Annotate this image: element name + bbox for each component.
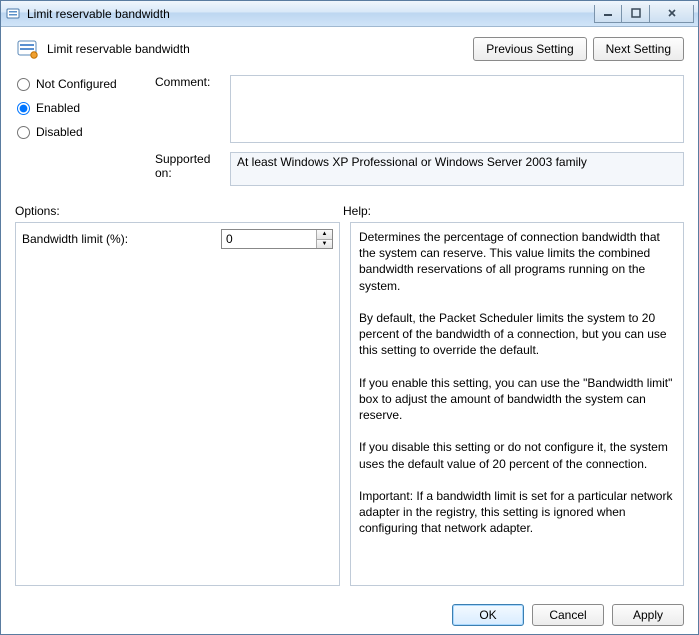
bandwidth-spinner[interactable]: ▲ ▼ (221, 229, 333, 249)
panels: Bandwidth limit (%): ▲ ▼ Determines the … (15, 222, 684, 586)
close-button[interactable] (650, 5, 694, 23)
footer: OK Cancel Apply (1, 596, 698, 634)
comment-label: Comment: (155, 75, 210, 89)
next-setting-button[interactable]: Next Setting (593, 37, 684, 61)
policy-title: Limit reservable bandwidth (47, 42, 467, 56)
content-area: Limit reservable bandwidth Previous Sett… (1, 27, 698, 596)
radio-disabled-input[interactable] (17, 126, 30, 139)
radio-enabled[interactable]: Enabled (15, 101, 155, 115)
radio-enabled-input[interactable] (17, 102, 30, 115)
maximize-button[interactable] (622, 5, 650, 23)
state-radios: Not Configured Enabled Disabled (15, 75, 155, 196)
previous-setting-button[interactable]: Previous Setting (473, 37, 586, 61)
app-icon (5, 6, 21, 22)
supported-on-box: At least Windows XP Professional or Wind… (230, 152, 684, 186)
policy-icon (15, 37, 39, 61)
window-title: Limit reservable bandwidth (27, 7, 594, 21)
radio-label: Disabled (36, 125, 83, 139)
header-row: Limit reservable bandwidth Previous Sett… (15, 37, 684, 61)
comment-field[interactable] (230, 75, 684, 143)
cancel-button[interactable]: Cancel (532, 604, 604, 626)
supported-label: Supported on: (155, 152, 210, 180)
bandwidth-limit-label: Bandwidth limit (%): (22, 232, 221, 246)
radio-not-configured-input[interactable] (17, 78, 30, 91)
radio-disabled[interactable]: Disabled (15, 125, 155, 139)
radio-label: Not Configured (36, 77, 117, 91)
supported-on-text: At least Windows XP Professional or Wind… (237, 155, 587, 169)
spinner-down-button[interactable]: ▼ (317, 239, 332, 249)
help-panel[interactable]: Determines the percentage of connection … (350, 222, 684, 586)
policy-dialog: Limit reservable bandwidth Limit reserva… (0, 0, 699, 635)
radio-not-configured[interactable]: Not Configured (15, 77, 155, 91)
titlebar[interactable]: Limit reservable bandwidth (1, 1, 698, 27)
radio-label: Enabled (36, 101, 80, 115)
options-panel: Bandwidth limit (%): ▲ ▼ (15, 222, 340, 586)
window-controls (594, 5, 694, 23)
bandwidth-input[interactable] (222, 230, 316, 248)
spinner-up-button[interactable]: ▲ (317, 230, 332, 239)
bandwidth-option-row: Bandwidth limit (%): ▲ ▼ (22, 229, 333, 249)
ok-button[interactable]: OK (452, 604, 524, 626)
section-labels: Options: Help: (15, 204, 684, 218)
minimize-button[interactable] (594, 5, 622, 23)
apply-button[interactable]: Apply (612, 604, 684, 626)
options-label: Options: (15, 204, 60, 218)
help-label: Help: (343, 204, 371, 218)
settings-row: Not Configured Enabled Disabled Comment: (15, 75, 684, 196)
